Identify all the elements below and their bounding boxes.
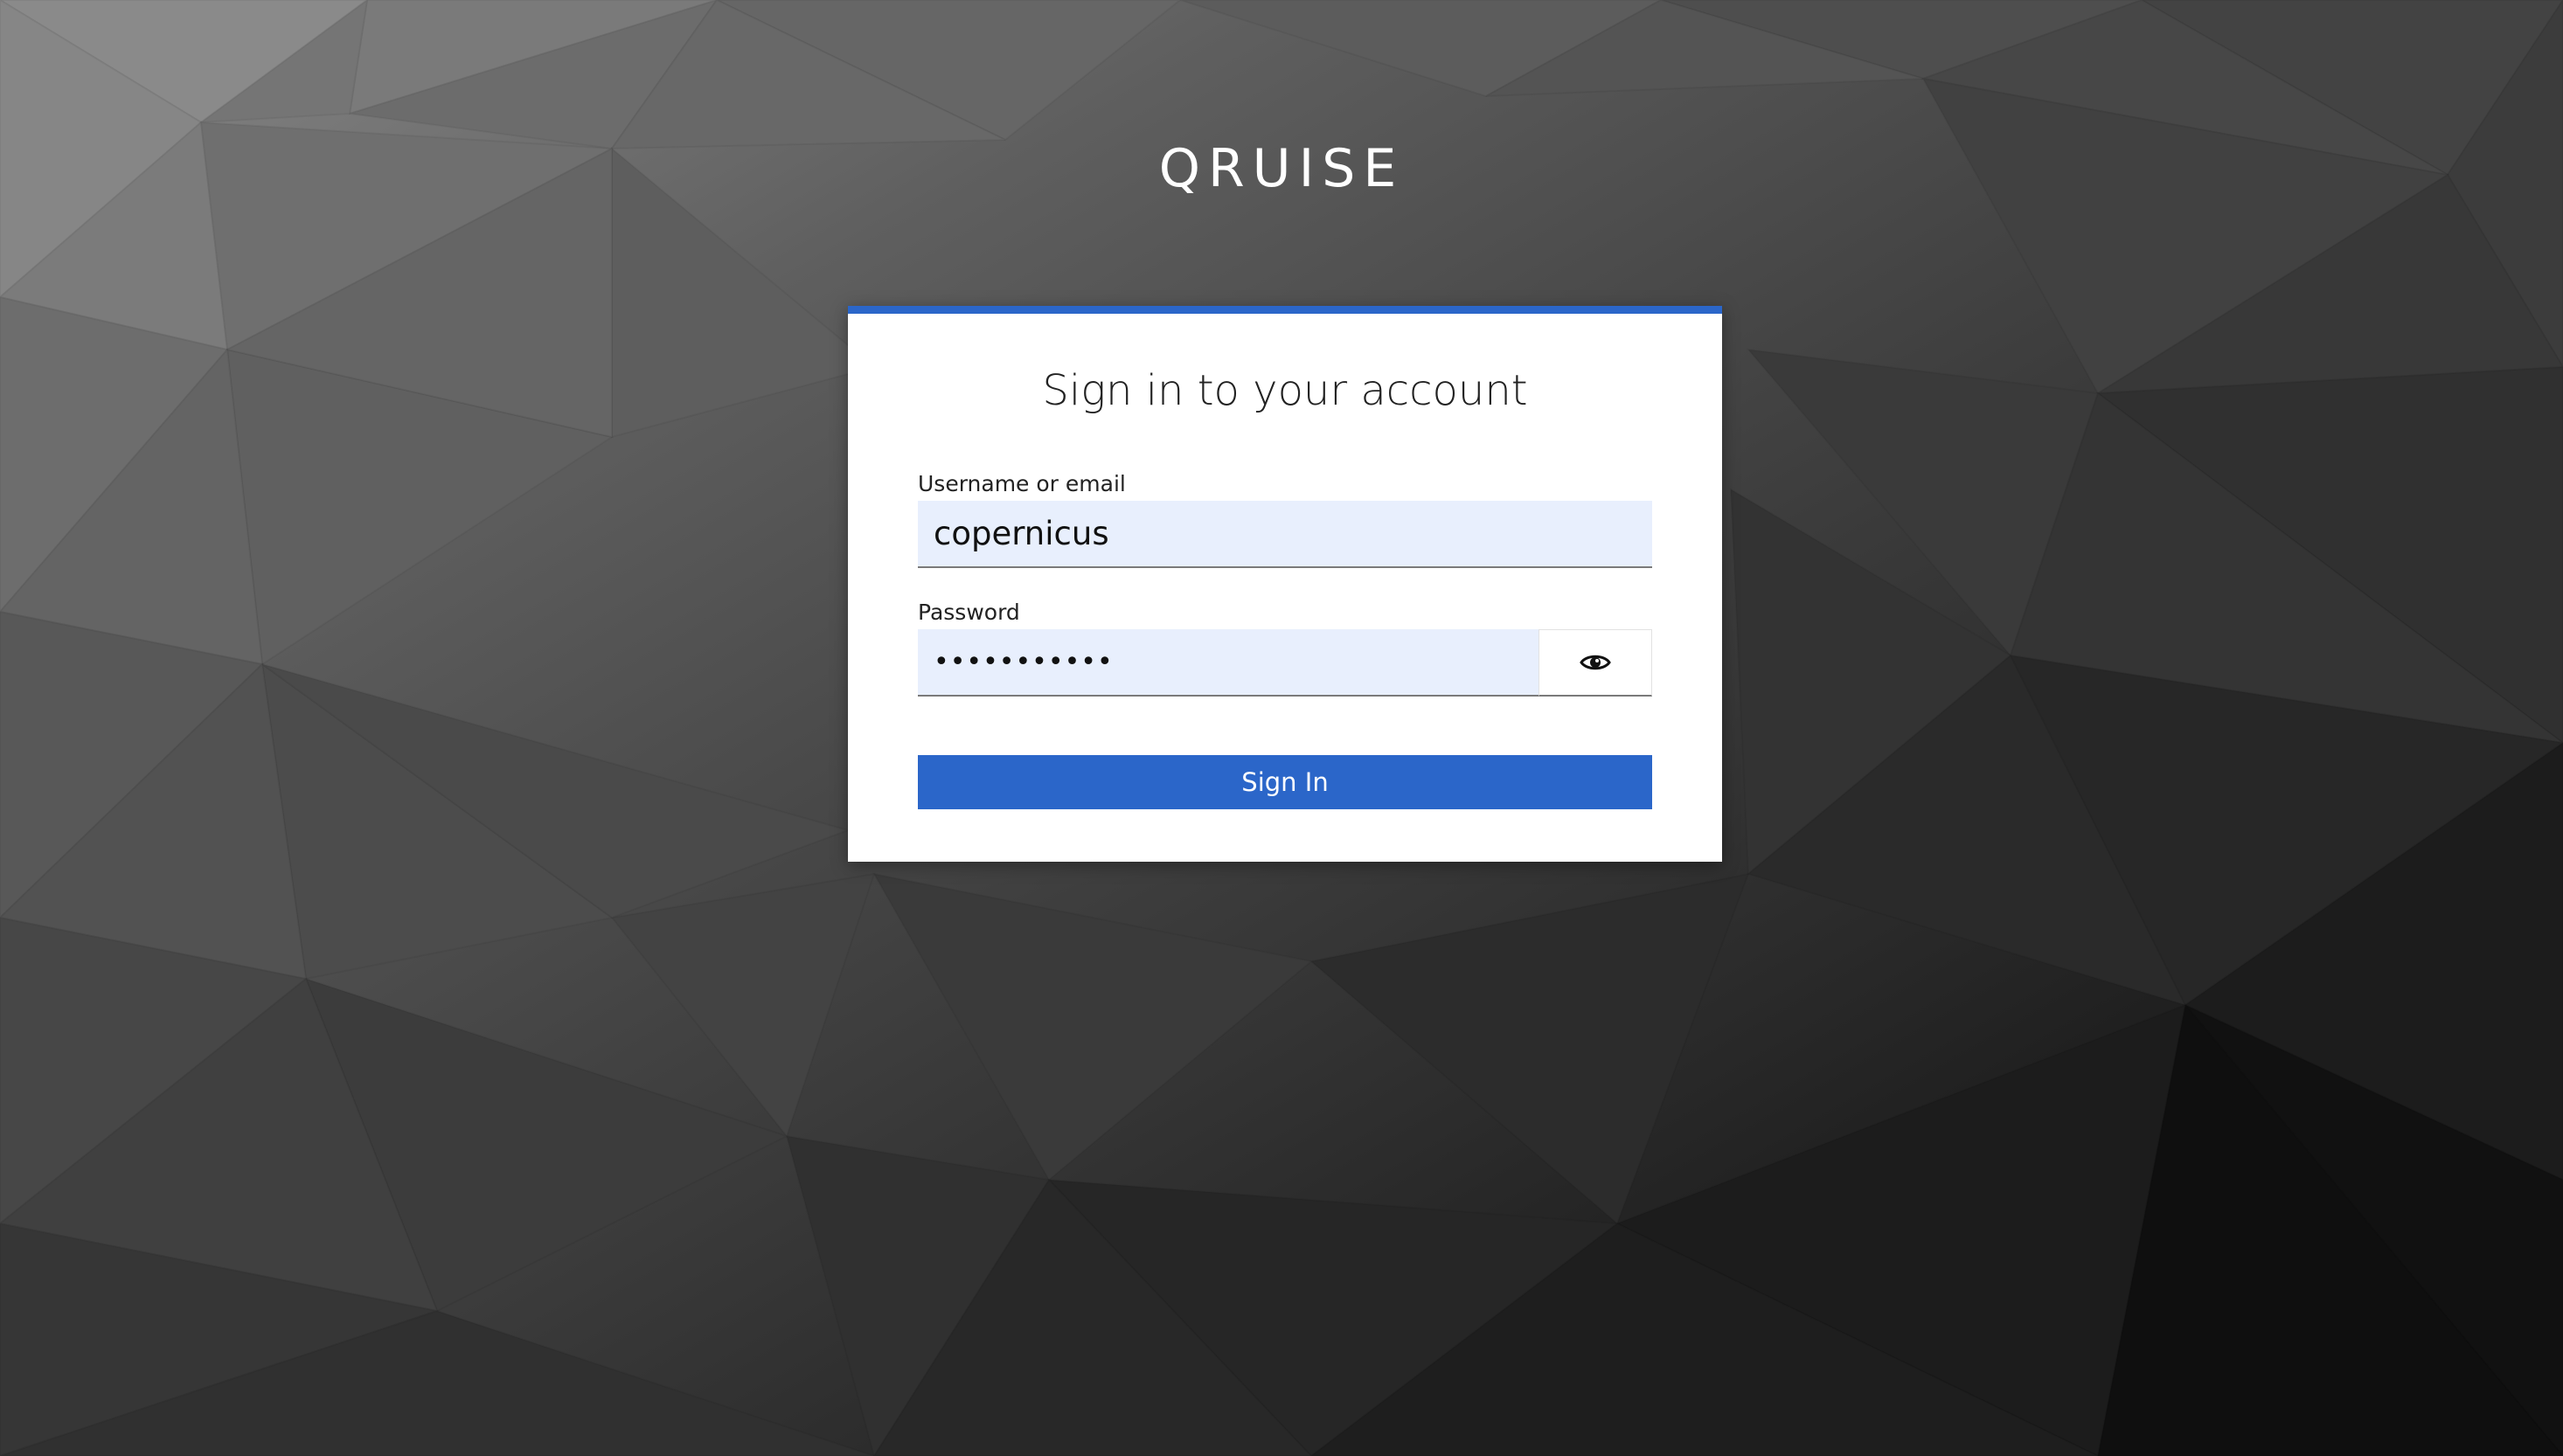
show-password-button[interactable] <box>1538 629 1652 697</box>
eye-icon <box>1580 655 1611 670</box>
page-title: Sign in to your account <box>1042 366 1528 415</box>
password-label: Password <box>918 600 1020 625</box>
password-input[interactable]: ••••••••••• <box>918 629 1538 697</box>
sign-in-button[interactable]: Sign In <box>918 755 1652 809</box>
username-label: Username or email <box>918 471 1126 496</box>
username-value: copernicus <box>934 515 1109 552</box>
username-input[interactable]: copernicus <box>918 501 1652 568</box>
brand-logo: QRUISE <box>1158 138 1405 199</box>
login-card: Sign in to your account Username or emai… <box>848 306 1722 862</box>
password-value: ••••••••••• <box>934 647 1114 677</box>
